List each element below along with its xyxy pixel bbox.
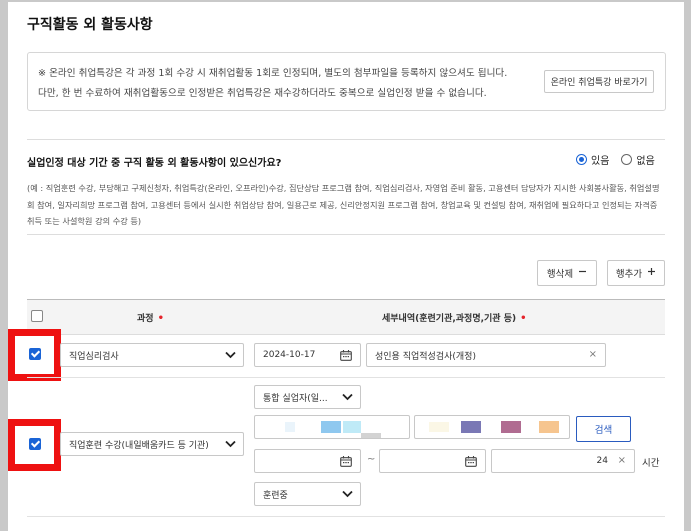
row-1-detail-value: 성인용 직업적성검사(개정) [375, 351, 476, 362]
notice-line-2: 다만, 한 번 수료하여 재취업활동으로 인정받은 취업특강은 재수강하더라도 … [38, 88, 487, 99]
row-2-course-value: 직업훈련 수강(내일배움카드 등 기관) [69, 440, 209, 451]
radio-no[interactable]: 없음 [621, 152, 655, 167]
redaction-block [343, 421, 361, 433]
delete-row-button[interactable]: 행삭제 [537, 260, 597, 286]
row-1-detail-input[interactable]: 성인용 직업적성검사(개정) × [366, 343, 606, 367]
divider [27, 234, 665, 235]
redaction-block [429, 422, 449, 432]
checkbox-highlight [8, 419, 61, 471]
add-row-button[interactable]: 행추가 [607, 260, 665, 286]
row-2-status-select[interactable]: 훈련중 [254, 482, 361, 506]
row-1-date-input[interactable]: 2024-10-17 [254, 343, 361, 367]
col-header-course: 과정 • [137, 311, 164, 324]
row-2-course-name-input[interactable] [414, 415, 570, 439]
row-2-hours-input[interactable]: 24 × [491, 449, 635, 473]
row-1-course-select[interactable]: 직업심리검사 [60, 343, 244, 367]
row-2-course-select[interactable]: 직업훈련 수강(내일배움카드 등 기관) [60, 432, 244, 456]
date-range-separator: ~ [367, 454, 376, 465]
radio-no-label: 없음 [636, 156, 655, 167]
redaction-block [501, 421, 521, 433]
col-header-detail: 세부내역(훈련기관,과정명,기관 등) • [382, 311, 527, 324]
chevron-down-icon [342, 393, 353, 404]
row-2-type-value: 통합 실업자(일... [263, 393, 328, 404]
calendar-icon[interactable] [340, 350, 352, 364]
activity-question: 실업인정 대상 기간 중 구직 활동 외 활동사항이 있으신가요? [27, 158, 282, 169]
chevron-down-icon [342, 490, 353, 501]
section-title: 구직활동 외 활동사항 [27, 17, 153, 33]
row-1-date-value: 2024-10-17 [263, 350, 316, 360]
search-button[interactable]: 검색 [576, 416, 631, 442]
col-detail-label: 세부내역(훈련기관,과정명,기관 등) [382, 314, 517, 324]
required-mark: • [157, 313, 164, 324]
row-1-checkbox[interactable] [29, 348, 41, 360]
row-2-start-date-input[interactable] [254, 449, 361, 473]
calendar-icon[interactable] [340, 456, 352, 470]
redaction-block [461, 421, 481, 433]
example-text: (예 : 직업훈련 수강, 부당해고 구제신청자, 취업특강(온라인, 오프라인… [27, 183, 660, 226]
required-mark: • [520, 313, 527, 324]
notice-box: ※ 온라인 취업특강은 각 과정 1회 수강 시 재취업활동 1회로 인정되며,… [27, 52, 666, 111]
plus-icon [647, 267, 656, 279]
chevron-down-icon [225, 440, 236, 451]
add-row-label: 행추가 [615, 269, 643, 280]
delete-row-label: 행삭제 [546, 269, 574, 280]
minus-icon [578, 267, 587, 279]
calendar-icon[interactable] [465, 456, 477, 470]
online-lecture-link-button[interactable]: 온라인 취업특강 바로가기 [544, 70, 654, 93]
redaction-block [361, 433, 381, 438]
col-course-label: 과정 [137, 314, 154, 324]
hours-unit: 시간 [642, 458, 660, 469]
checkbox-highlight [8, 329, 61, 381]
table-header: 과정 • 세부내역(훈련기관,과정명,기관 등) • [27, 299, 665, 335]
redaction-block [285, 422, 295, 432]
row-divider [27, 516, 665, 517]
row-1-course-value: 직업심리검사 [69, 351, 119, 362]
row-divider [27, 377, 665, 378]
clear-icon[interactable]: × [589, 349, 597, 360]
divider [27, 139, 665, 140]
activity-radio-group: 있음 없음 [576, 152, 655, 167]
notice-line-1: ※ 온라인 취업특강은 각 과정 1회 수강 시 재취업활동 1회로 인정되며,… [38, 68, 508, 79]
radio-no-dot[interactable] [621, 154, 633, 165]
row-2-institution-input[interactable] [254, 415, 410, 439]
row-2-checkbox[interactable] [29, 438, 41, 450]
radio-yes[interactable]: 있음 [576, 152, 609, 167]
clear-icon[interactable]: × [618, 455, 626, 466]
chevron-down-icon [225, 351, 236, 362]
row-2-status-value: 훈련중 [263, 490, 288, 501]
page: 구직활동 외 활동사항 ※ 온라인 취업특강은 각 과정 1회 수강 시 재취업… [8, 2, 684, 531]
row-2-end-date-input[interactable] [379, 449, 486, 473]
row-2-hours-value: 24 [596, 456, 608, 466]
search-button-label: 검색 [594, 425, 613, 436]
redaction-block [321, 421, 341, 433]
radio-yes-dot[interactable] [576, 154, 587, 165]
select-all-checkbox[interactable] [31, 310, 43, 322]
redaction-block [539, 421, 559, 433]
radio-yes-label: 있음 [591, 156, 610, 167]
row-2-type-select[interactable]: 통합 실업자(일... [254, 385, 361, 409]
